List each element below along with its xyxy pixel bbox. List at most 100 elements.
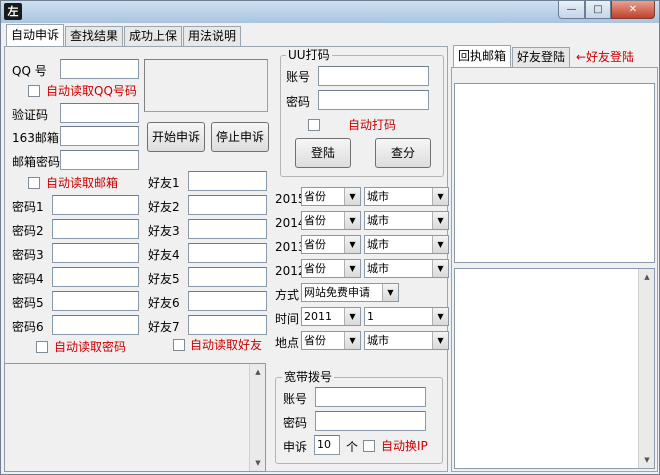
mailpwd-input[interactable] xyxy=(60,150,139,170)
auto-friend-checkbox[interactable] xyxy=(173,339,185,351)
close-button[interactable]: ✕ xyxy=(611,1,655,19)
broadband-password-label: 密码 xyxy=(283,416,308,430)
friend-login-hint: ←好友登陆 xyxy=(576,50,635,64)
verify-label: 验证码 xyxy=(12,108,49,122)
chevron-down-icon: ▼ xyxy=(432,260,448,277)
friend-6-input[interactable] xyxy=(188,291,267,311)
auto-friend-label: 自动读取好友 xyxy=(190,338,263,352)
verify-input[interactable] xyxy=(60,103,139,123)
password-1-input[interactable] xyxy=(52,195,139,215)
chevron-down-icon: ▼ xyxy=(344,188,360,205)
auto-password-label: 自动读取密码 xyxy=(54,340,127,354)
friend-6-label: 好友6 xyxy=(148,296,180,310)
tab-find-results[interactable]: 查找结果 xyxy=(65,26,124,46)
tab-receipt-mailbox[interactable]: 回执邮箱 xyxy=(453,45,512,67)
appeal-count-input[interactable]: 10 xyxy=(314,435,340,455)
friend-login-textarea[interactable]: ▲ ▼ xyxy=(454,268,655,469)
tab-usage[interactable]: 用法说明 xyxy=(183,26,242,46)
auto-ip-label: 自动换IP xyxy=(381,439,428,453)
year-2015-province-select[interactable]: 省份 ▼ xyxy=(301,187,361,206)
scroll-up-icon[interactable]: ▲ xyxy=(639,269,655,285)
minimize-button[interactable]: — xyxy=(558,1,585,19)
location-province-select[interactable]: 省份 ▼ xyxy=(301,331,361,350)
year-2014-province-select[interactable]: 省份 ▼ xyxy=(301,211,361,230)
app-window: 左 — □ ✕ 自动申诉 查找结果 成功上保 用法说明 QQ 号 自动读取QQ号… xyxy=(0,0,660,475)
auto-password-checkbox[interactable] xyxy=(36,341,48,353)
password-2-label: 密码2 xyxy=(12,224,44,238)
time-month-select[interactable]: 1 ▼ xyxy=(364,307,449,326)
friend-3-label: 好友3 xyxy=(148,224,180,238)
tab-success[interactable]: 成功上保 xyxy=(124,26,183,46)
chevron-down-icon: ▼ xyxy=(344,236,360,253)
method-select[interactable]: 网站免费申请 ▼ xyxy=(301,283,399,302)
uu-login-button[interactable]: 登陆 xyxy=(295,138,351,168)
tab-auto-appeal[interactable]: 自动申诉 xyxy=(6,24,65,46)
password-2-input[interactable] xyxy=(52,219,139,239)
uu-auto-label: 自动打码 xyxy=(348,118,397,132)
year-2013-city-value: 城市 xyxy=(367,238,389,251)
tab-friend-login[interactable]: 好友登陆 xyxy=(512,47,571,67)
time-label: 时间 xyxy=(275,312,300,326)
friend-4-input[interactable] xyxy=(188,243,267,263)
uu-auto-checkbox[interactable] xyxy=(308,119,320,131)
friend-5-input[interactable] xyxy=(188,267,267,287)
year-2014-province-value: 省份 xyxy=(304,214,326,227)
auto-mail-checkbox[interactable] xyxy=(28,177,40,189)
maximize-button[interactable]: □ xyxy=(585,1,611,19)
friend-1-input[interactable] xyxy=(188,171,267,191)
receipt-textarea[interactable] xyxy=(454,83,655,263)
password-1-label: 密码1 xyxy=(12,200,44,214)
uu-password-input[interactable] xyxy=(318,90,429,110)
captcha-image-area xyxy=(144,59,268,112)
title-bar[interactable]: 左 — □ ✕ xyxy=(1,1,659,23)
broadband-password-input[interactable] xyxy=(315,411,426,431)
scroll-down-icon[interactable]: ▼ xyxy=(639,452,655,468)
auto-qq-label: 自动读取QQ号码 xyxy=(46,84,137,98)
year-2013-province-value: 省份 xyxy=(304,238,326,251)
broadband-account-input[interactable] xyxy=(315,387,426,407)
chevron-down-icon: ▼ xyxy=(432,308,448,325)
stop-appeal-button[interactable]: 停止申诉 xyxy=(211,122,269,152)
year-2012-province-select[interactable]: 省份 ▼ xyxy=(301,259,361,278)
year-2012-city-select[interactable]: 城市 ▼ xyxy=(364,259,449,278)
friend-login-scrollbar[interactable]: ▲ ▼ xyxy=(638,269,654,468)
year-2014-city-select[interactable]: 城市 ▼ xyxy=(364,211,449,230)
location-label: 地点 xyxy=(275,336,300,350)
friend-3-input[interactable] xyxy=(188,219,267,239)
uu-query-button[interactable]: 查分 xyxy=(375,138,431,168)
password-4-input[interactable] xyxy=(52,267,139,287)
start-appeal-button[interactable]: 开始申诉 xyxy=(147,122,205,152)
time-year-select[interactable]: 2011 ▼ xyxy=(301,307,361,326)
location-city-select[interactable]: 城市 ▼ xyxy=(364,331,449,350)
scroll-down-icon[interactable]: ▼ xyxy=(250,455,266,471)
chevron-down-icon: ▼ xyxy=(432,188,448,205)
friend-7-input[interactable] xyxy=(188,315,267,335)
auto-mail-label: 自动读取邮箱 xyxy=(46,176,119,190)
year-2012-province-value: 省份 xyxy=(304,262,326,275)
year-2013-province-select[interactable]: 省份 ▼ xyxy=(301,235,361,254)
password-6-label: 密码6 xyxy=(12,320,44,334)
qq-input[interactable] xyxy=(60,59,139,79)
scroll-up-icon[interactable]: ▲ xyxy=(250,364,266,380)
auto-ip-checkbox[interactable] xyxy=(363,440,375,452)
password-6-input[interactable] xyxy=(52,315,139,335)
location-province-value: 省份 xyxy=(304,334,326,347)
log-scrollbar[interactable]: ▲ ▼ xyxy=(249,364,265,471)
broadband-group-title: 宽带拨号 xyxy=(282,370,335,384)
year-2014-city-value: 城市 xyxy=(367,214,389,227)
uu-account-input[interactable] xyxy=(318,66,429,86)
right-tabs: 回执邮箱 好友登陆 xyxy=(453,45,571,67)
friend-7-label: 好友7 xyxy=(148,320,180,334)
method-value: 网站免费申请 xyxy=(304,286,370,299)
year-2013-city-select[interactable]: 城市 ▼ xyxy=(364,235,449,254)
password-3-input[interactable] xyxy=(52,243,139,263)
mail163-input[interactable] xyxy=(60,126,139,146)
password-5-input[interactable] xyxy=(52,291,139,311)
year-2015-city-select[interactable]: 城市 ▼ xyxy=(364,187,449,206)
chevron-down-icon: ▼ xyxy=(344,260,360,277)
friend-4-label: 好友4 xyxy=(148,248,180,262)
log-textarea[interactable]: ▲ ▼ xyxy=(4,363,266,472)
auto-qq-checkbox[interactable] xyxy=(28,85,40,97)
friend-2-input[interactable] xyxy=(188,195,267,215)
appeal-count-label: 申诉 xyxy=(283,440,308,454)
